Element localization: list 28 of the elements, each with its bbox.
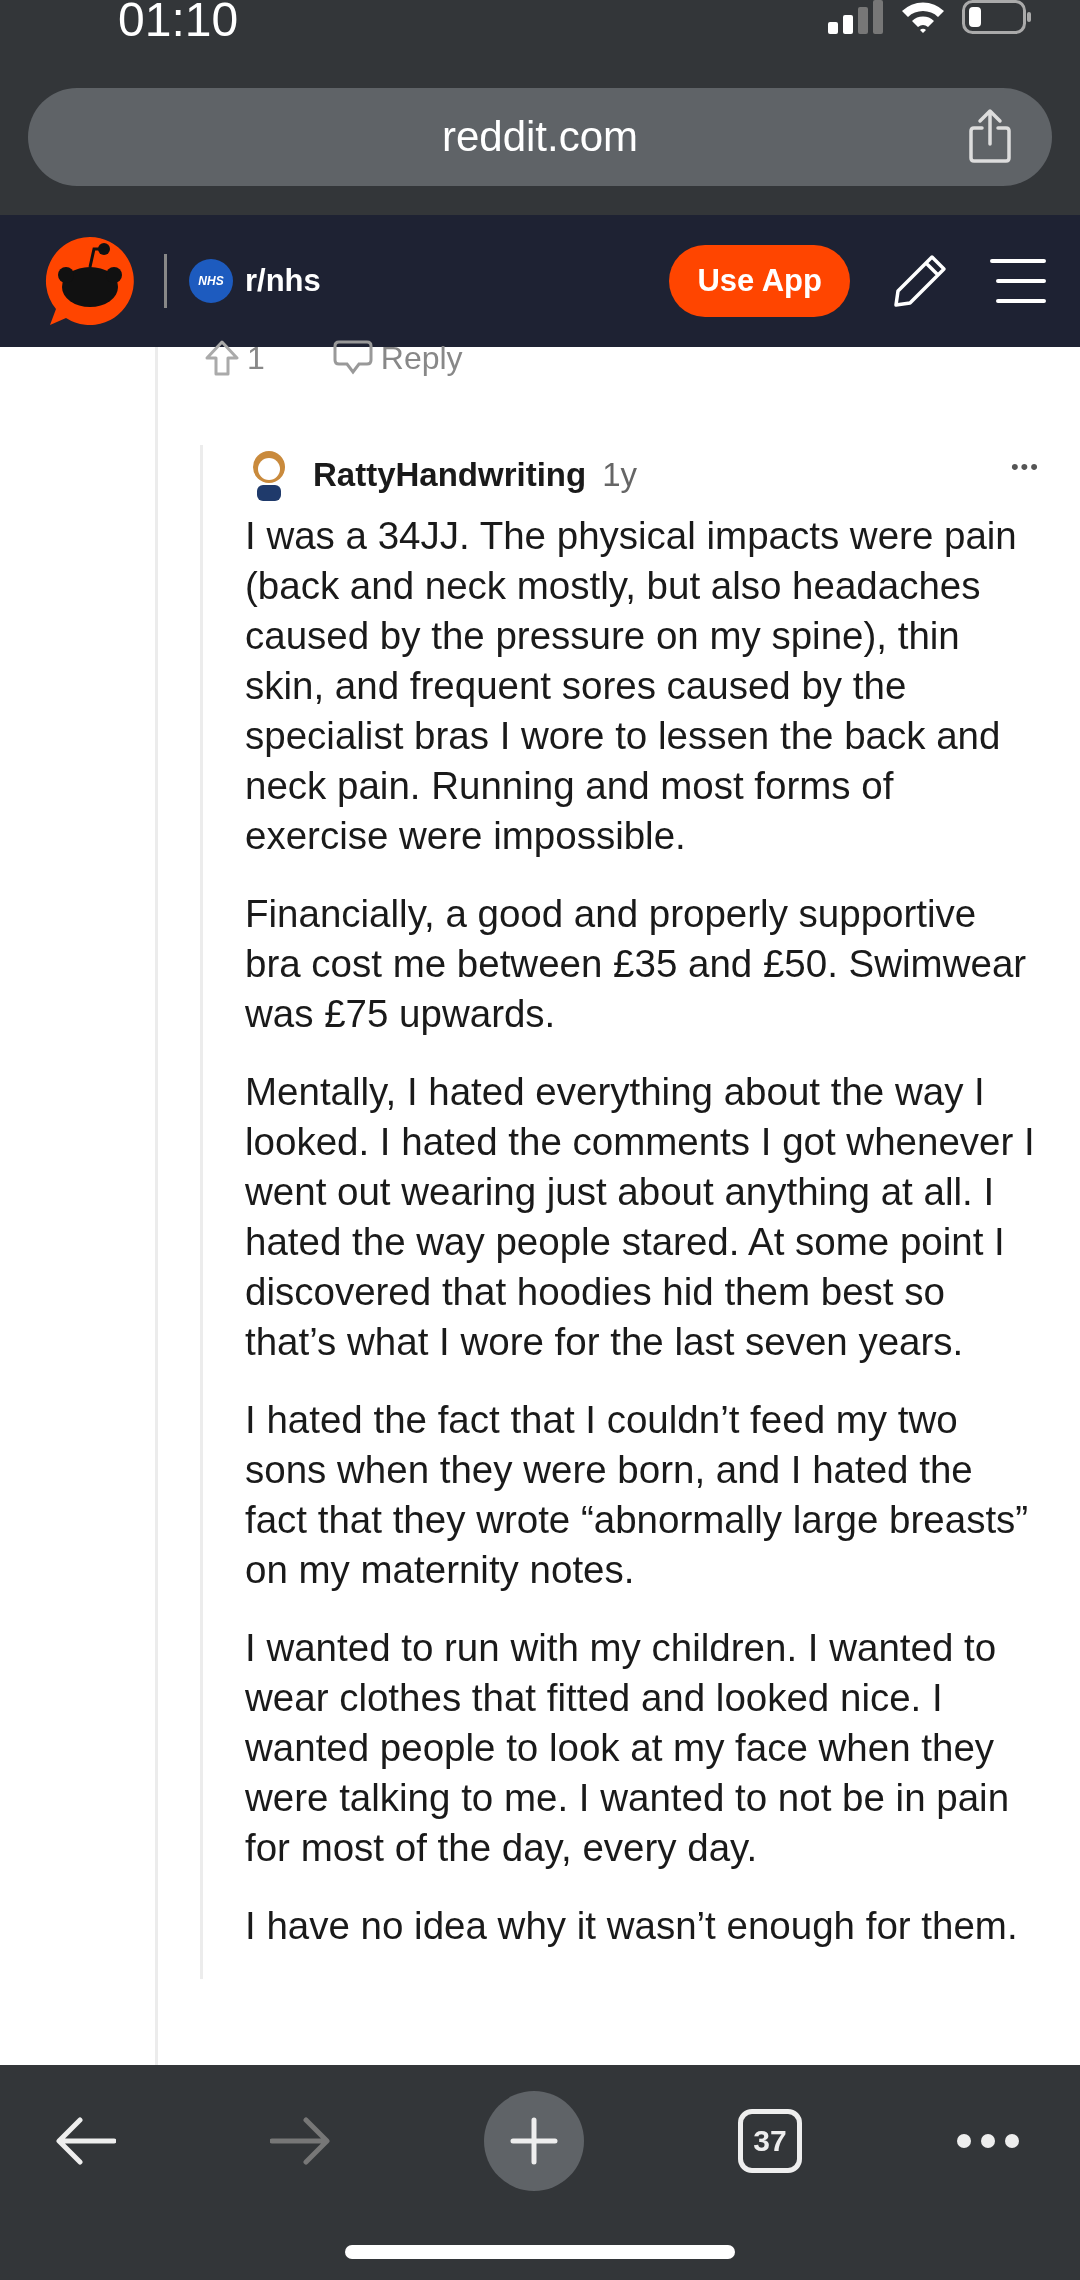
status-time: 01:10 [118, 0, 239, 47]
signal-icon [828, 0, 884, 34]
address-bar[interactable]: reddit.com [28, 88, 1052, 186]
comment-icon [332, 340, 373, 376]
comment-paragraph: Mentally, I hated everything about the way I looked. I hated the comments I got whenever I went out wearing just about anything at all. I hated the way people stared. At some point I discovered that hoodies hid them best so that’s what I wore for the last seven years. [245, 1069, 1036, 1365]
battery-icon [962, 0, 1032, 34]
subreddit-name[interactable]: r/nhs [245, 263, 321, 299]
more-options-button[interactable]: ••• [1010, 454, 1040, 480]
back-icon[interactable] [56, 2116, 116, 2166]
comment-paragraph: I have no idea why it wasn’t enough for them. [245, 1903, 1019, 1949]
pencil-icon[interactable] [892, 253, 948, 309]
comment-paragraph: Financially, a good and properly supportive bra cost me between £35 and £50. Swimwear was £75 upwards. [245, 891, 1028, 1037]
wifi-icon [900, 0, 946, 34]
plus-icon [510, 2117, 558, 2165]
share-icon[interactable] [968, 108, 1012, 164]
comment-paragraph: I wanted to run with my children. I wanted to wear clothes that fitted and looked nice. I wanted people to look at my face when they were talking to me. I wanted to not be in pain for most of the day, every day. [245, 1625, 1011, 1871]
comment-age: 1y [602, 456, 638, 494]
reply-button[interactable]: Reply [332, 339, 463, 377]
subreddit-icon[interactable]: NHS [189, 259, 233, 303]
comment-paragraph: I was a 34JJ. The physical impacts were pain (back and neck mostly, but also headaches caused by the pressure on my spine), thin skin, and frequent sores caused by the specialist bras I wore to lessen the back and neck pain. Running and most forms of exercise were impossible. [245, 513, 1018, 859]
tabs-button[interactable]: 37 [738, 2109, 802, 2173]
upvote-icon[interactable] [205, 340, 239, 376]
comment-author[interactable]: RattyHandwriting [313, 456, 587, 494]
menu-icon[interactable] [990, 258, 1046, 304]
comment-paragraph: I hated the fact that I couldn’t feed my two sons when they were born, and I hated the fact that they wrote “abnormally large breasts” on my maternity notes. [245, 1397, 1030, 1593]
reddit-logo-icon[interactable] [44, 235, 136, 327]
vote-count: 1 [247, 339, 265, 377]
more-icon[interactable] [956, 2132, 1020, 2150]
